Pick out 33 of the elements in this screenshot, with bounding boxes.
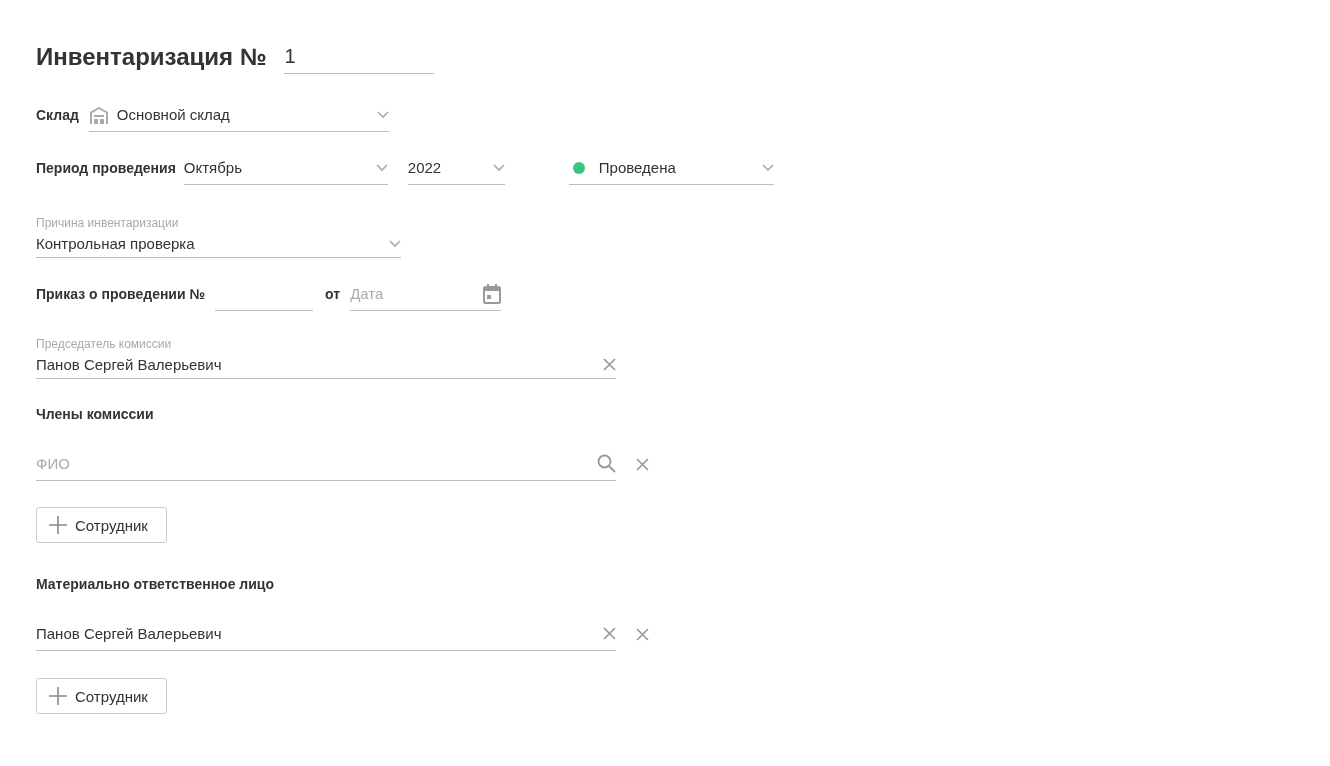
year-select[interactable]: 2022 (407, 151, 505, 185)
warehouse-label: Склад (36, 106, 79, 125)
responsible-label: Материально ответственное лицо (36, 575, 274, 594)
remove-icon[interactable] (636, 457, 649, 471)
chevron-down-icon (492, 163, 505, 172)
add-employee-button[interactable]: Сотрудник (36, 507, 167, 543)
plus-icon (49, 687, 67, 705)
page-title: Инвентаризация № (36, 42, 267, 72)
date-from-label: от (325, 285, 341, 304)
add-employee-button[interactable]: Сотрудник (36, 678, 167, 714)
chairman-label: Председатель комиссии (36, 337, 173, 351)
calendar-icon[interactable] (483, 283, 502, 304)
reason-label: Причина инвентаризации (36, 216, 180, 230)
chevron-down-icon (389, 239, 401, 248)
plus-icon (49, 516, 67, 534)
remove-icon[interactable] (636, 627, 649, 641)
month-select[interactable]: Октябрь (183, 151, 388, 185)
members-label: Члены комиссии (36, 405, 154, 424)
reason-select[interactable]: Контрольная проверка (36, 230, 401, 258)
clear-icon[interactable] (603, 627, 616, 640)
chevron-down-icon (761, 163, 774, 172)
chairman-field[interactable]: Панов Сергей Валерьевич (36, 351, 616, 379)
search-icon[interactable] (597, 454, 616, 473)
order-label: Приказ о проведении № (36, 285, 206, 304)
name-field[interactable]: Панов Сергей Валерьевич (36, 617, 616, 651)
warehouse-select[interactable]: Основной склад (88, 98, 389, 132)
status-select[interactable]: Проведена (568, 151, 774, 185)
chevron-down-icon (375, 163, 388, 172)
clear-icon[interactable] (603, 358, 616, 371)
number-field[interactable]: 1 (284, 40, 435, 74)
chevron-down-icon (376, 110, 389, 119)
warehouse-icon (88, 104, 109, 125)
period-label: Период проведения (36, 159, 176, 178)
